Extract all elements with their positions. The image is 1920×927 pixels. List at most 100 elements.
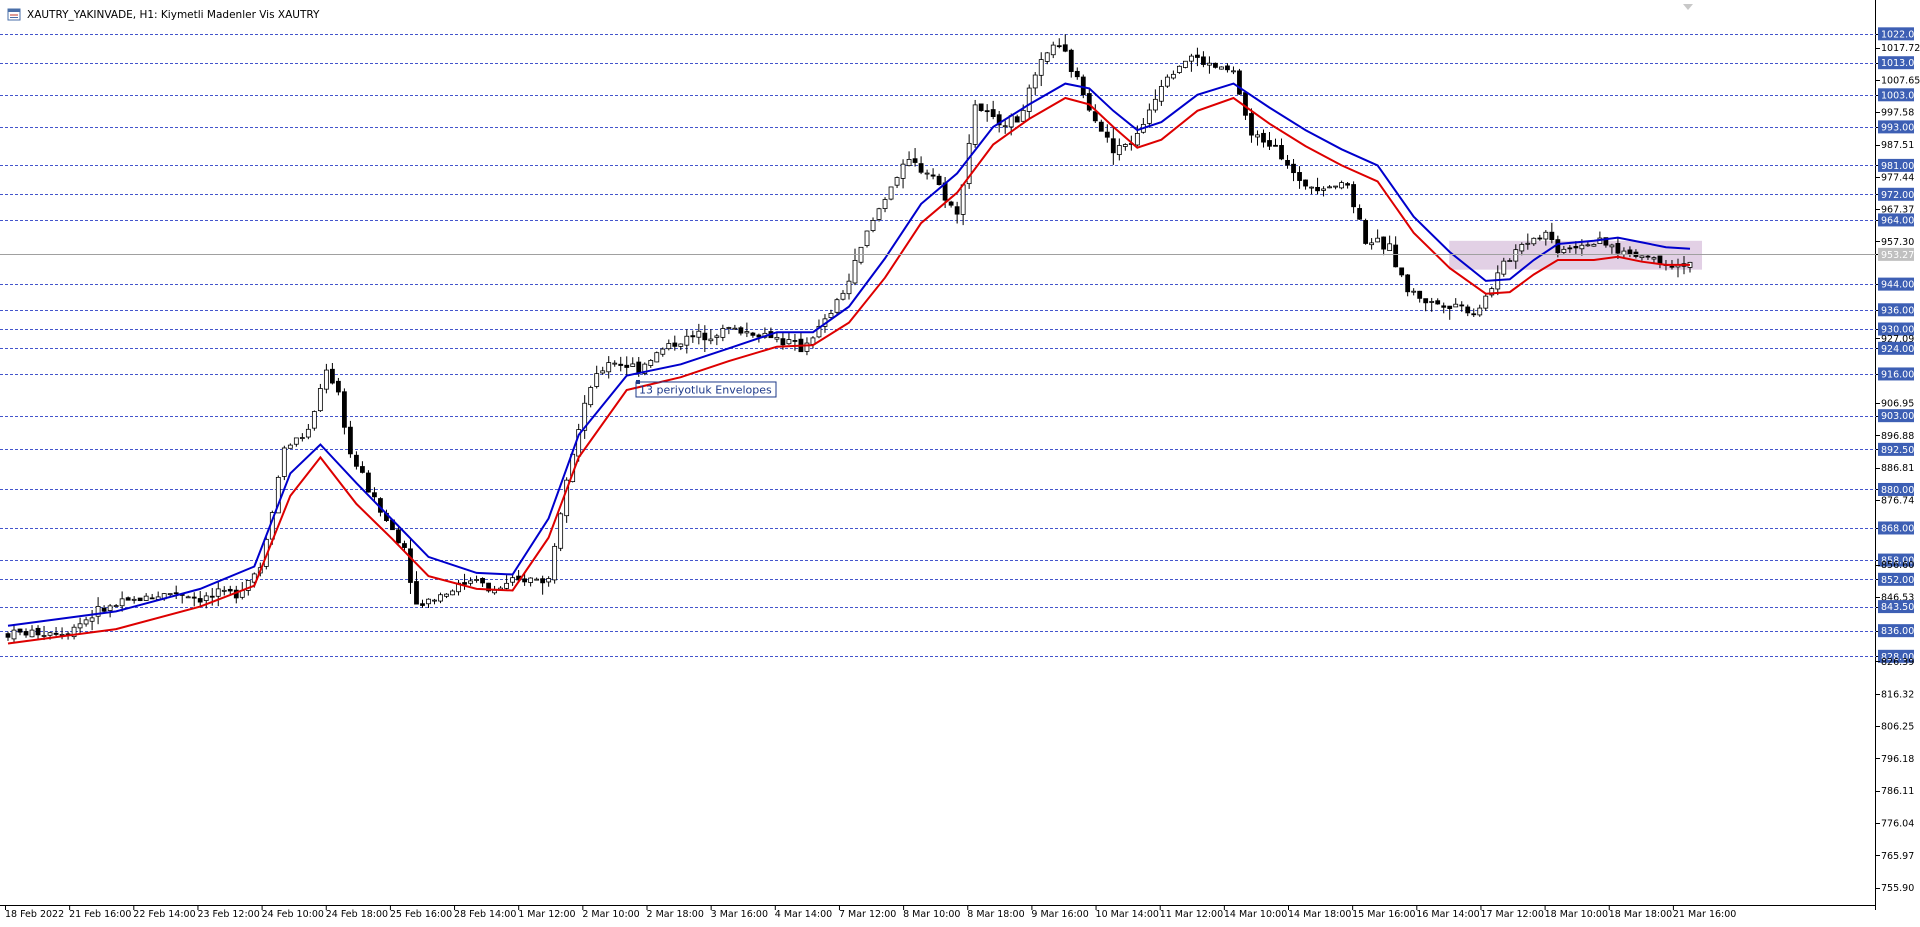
- candle-bear: [1615, 243, 1621, 254]
- candle-bull: [468, 580, 473, 584]
- candle-bull: [720, 328, 726, 338]
- candle-bull: [666, 343, 672, 350]
- candle-bear: [984, 110, 990, 113]
- time-tick-label: 16 Mar 14:00: [1416, 909, 1479, 920]
- time-tick-label: 4 Mar 14:00: [775, 909, 832, 920]
- candle-bear: [1201, 56, 1206, 65]
- level-price-label: 1013.00: [1881, 58, 1920, 69]
- candle-bull: [852, 259, 858, 284]
- candle-bear: [918, 163, 924, 173]
- level-price-label: 892.50: [1881, 445, 1914, 456]
- price-tick-label: 755.90: [1881, 883, 1914, 894]
- candle-bull: [438, 594, 443, 602]
- level-price-label: 852.00: [1881, 575, 1914, 586]
- candle-bear: [1092, 111, 1098, 122]
- candle-bear: [23, 631, 29, 636]
- candle-bear: [366, 472, 371, 493]
- time-tick-label: 28 Feb 14:00: [454, 909, 516, 920]
- candle-bull: [906, 158, 912, 167]
- candle-bull: [1339, 182, 1344, 189]
- price-tick-label: 876.74: [1881, 495, 1914, 506]
- candle-bull: [1531, 237, 1537, 245]
- candle-bear: [1225, 65, 1230, 71]
- candle-bull: [510, 577, 516, 583]
- candle-bull: [1543, 231, 1549, 240]
- candle-bull: [185, 596, 191, 599]
- candle-bull: [900, 163, 906, 179]
- chart-background: [0, 0, 1920, 923]
- candle-bull: [1411, 290, 1417, 293]
- candle-bull: [558, 513, 564, 549]
- chart-title-bar: XAUTRY_YAKINVADE, H1: Kiymetli Madenler …: [7, 8, 320, 21]
- annotation-layer[interactable]: 13 periyotluk Envelopes: [635, 379, 777, 398]
- candle-bull: [882, 199, 888, 209]
- candle-bull: [426, 598, 431, 605]
- candle-bull: [1152, 98, 1158, 111]
- candle-bull: [29, 629, 35, 638]
- price-tick-label: 896.88: [1881, 431, 1914, 442]
- candle-bull: [864, 230, 870, 246]
- candle-bear: [954, 206, 960, 215]
- candle-bull: [1309, 186, 1314, 189]
- candle-bear: [672, 342, 678, 347]
- candle-bull: [287, 444, 293, 449]
- candle-bull: [846, 280, 852, 295]
- candle-bear: [396, 529, 401, 544]
- candle-bear: [1567, 247, 1573, 250]
- candle-bear: [540, 578, 546, 584]
- candle-bear: [1279, 145, 1284, 160]
- chart-title: XAUTRY_YAKINVADE, H1: Kiymetli Madenler …: [27, 9, 320, 21]
- level-price-label: 843.50: [1881, 602, 1914, 613]
- candle-bear: [978, 103, 984, 111]
- candle-bear: [1249, 113, 1254, 136]
- time-tick-label: 14 Mar 10:00: [1224, 909, 1287, 920]
- candle-bear: [1381, 236, 1387, 250]
- candle-bear: [408, 548, 413, 583]
- candle-bear: [1645, 255, 1651, 258]
- candle-bull: [588, 387, 594, 406]
- candle-bear: [137, 597, 143, 602]
- time-axis[interactable]: 18 Feb 2022 21 Feb 16:00 22 Feb 14:00 23 Fe…: [5, 906, 1736, 920]
- time-tick-label: 9 Mar 16:00: [1031, 909, 1088, 920]
- annotation-text[interactable]: 13 periyotluk Envelopes: [639, 383, 772, 396]
- candle-bull: [47, 632, 53, 636]
- price-tick-label: 765.97: [1881, 851, 1914, 862]
- price-tick-label: 856.60: [1881, 560, 1914, 571]
- candle-bear: [1393, 244, 1399, 268]
- candle-bear: [480, 577, 485, 584]
- candle-bear: [1062, 44, 1068, 52]
- candle-bull: [1038, 59, 1044, 76]
- candle-bear: [780, 338, 786, 346]
- candle-bull: [1651, 257, 1657, 260]
- candle-bull: [714, 335, 720, 338]
- candle-bull: [960, 184, 966, 215]
- candle-bear: [1315, 186, 1320, 192]
- candle-bear: [792, 340, 798, 342]
- price-tick-label: 796.18: [1881, 754, 1914, 765]
- candle-bull: [1116, 145, 1122, 156]
- candle-bear: [624, 364, 630, 368]
- candle-bear: [1285, 160, 1290, 166]
- candle-bull: [1525, 242, 1531, 245]
- candle-bear: [1297, 172, 1302, 181]
- candle-bear: [420, 603, 425, 606]
- candle-bull: [1146, 109, 1152, 124]
- chart-window[interactable]: XAUTRY_YAKINVADE, H1: Kiymetli Madenler …: [0, 0, 1920, 923]
- candle-bull: [450, 590, 455, 596]
- candle-bull: [89, 617, 95, 622]
- candle-bear: [1345, 183, 1350, 186]
- candle-bull: [474, 579, 479, 581]
- price-chart[interactable]: XAUTRY_YAKINVADE, H1: Kiymetli Madenler …: [0, 0, 1920, 923]
- level-price-label: 944.00: [1881, 280, 1914, 291]
- candle-bear: [1549, 231, 1555, 241]
- candle-bull: [432, 599, 437, 602]
- candle-bull: [1453, 303, 1459, 308]
- candle-bull: [11, 629, 17, 640]
- level-price-label: 981.00: [1881, 161, 1914, 172]
- candle-bull: [1020, 109, 1026, 122]
- candle-bull: [684, 335, 690, 346]
- candle-bull: [1122, 144, 1128, 147]
- candle-bull: [972, 104, 978, 145]
- price-tick-label: 1017.72: [1881, 43, 1920, 54]
- candle-bull: [888, 186, 894, 200]
